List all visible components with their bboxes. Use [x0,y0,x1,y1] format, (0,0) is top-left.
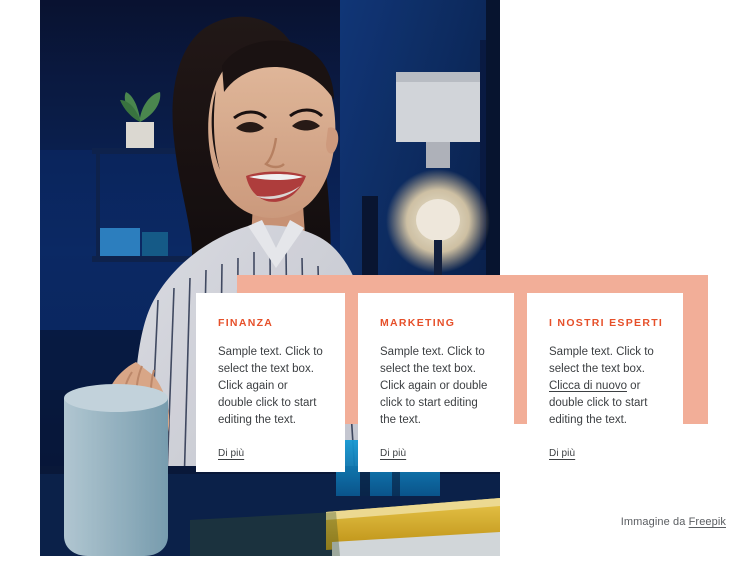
card-body: Sample text. Click to select the text bo… [218,344,323,429]
card-title: I NOSTRI ESPERTI [549,317,664,329]
inline-link-clicca-di-nuovo[interactable]: Clicca di nuovo [549,380,627,392]
image-credit-prefix: Immagine da [620,516,689,528]
card-body-text: Sample text. Click to select the text bo… [218,346,323,426]
card-body: Sample text. Click to select the text bo… [549,344,661,429]
more-link[interactable]: Di più [218,448,244,459]
image-credit: Immagine da Freepik [621,516,726,528]
card-body-text-before: Sample text. Click to select the text bo… [549,346,654,375]
freepik-link[interactable]: Freepik [689,516,726,528]
card-title: MARKETING [380,317,456,329]
feature-card-finanza: FINANZA Sample text. Click to select the… [196,293,345,472]
card-body: Sample text. Click to select the text bo… [380,344,492,429]
more-link[interactable]: Di più [380,448,406,459]
more-link[interactable]: Di più [549,448,575,459]
card-body-text: Sample text. Click to select the text bo… [380,346,488,426]
card-title: FINANZA [218,317,274,329]
feature-card-marketing: MARKETING Sample text. Click to select t… [358,293,514,472]
page-root: FINANZA Sample text. Click to select the… [0,0,750,561]
feature-card-i-nostri-esperti: I NOSTRI ESPERTI Sample text. Click to s… [527,293,683,459]
